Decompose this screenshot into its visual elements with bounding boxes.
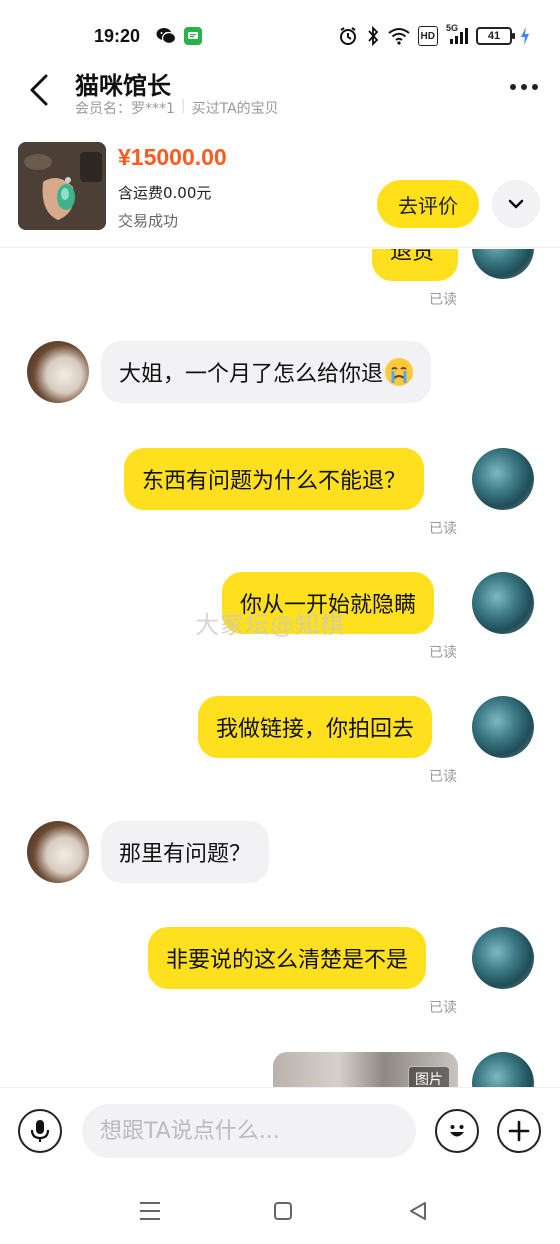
more-dots-icon [510, 84, 516, 90]
message-bubble[interactable]: 东西有问题为什么不能退？ [124, 448, 425, 510]
crying-emoji-icon [385, 358, 414, 386]
menu-icon [140, 1202, 160, 1220]
shop-name[interactable]: 猫咪馆长 [75, 66, 171, 101]
my-avatar[interactable] [472, 1052, 534, 1087]
input-bar [0, 1087, 560, 1175]
status-time: 19:20 [94, 26, 141, 46]
my-avatar[interactable] [472, 696, 534, 758]
battery-icon: 41 [476, 27, 515, 45]
chevron-down-icon [508, 199, 524, 209]
divider: | [180, 98, 186, 114]
my-avatar[interactable] [472, 927, 534, 989]
message-bubble[interactable]: 那里有问题？ [101, 821, 270, 883]
expand-button[interactable] [492, 180, 540, 228]
message-bubble[interactable]: 我做链接，你拍回去 [198, 696, 433, 758]
wechat-icon [156, 27, 177, 45]
member-name: 会员名：罗***1 [75, 101, 175, 117]
read-status: 已读 [429, 292, 457, 308]
member-tag: 买过TA的宝贝 [191, 101, 279, 117]
system-nav-bar [0, 1175, 560, 1244]
my-avatar[interactable] [472, 448, 534, 510]
add-button[interactable] [497, 1109, 541, 1153]
voice-button[interactable] [18, 1109, 62, 1153]
more-button[interactable] [510, 84, 538, 90]
message-bubble[interactable]: 非要说的这么清楚是不是 [148, 927, 427, 989]
menu-button[interactable] [136, 1197, 164, 1225]
read-status: 已读 [429, 521, 457, 537]
my-avatar[interactable] [472, 572, 534, 634]
back-arrow-icon [30, 74, 48, 106]
system-status-icons: HD 5G 41 [338, 23, 530, 46]
read-status: 已读 [429, 769, 457, 785]
message-input[interactable] [82, 1104, 416, 1158]
seller-avatar[interactable] [27, 341, 89, 403]
member-info: 会员名：罗***1 | 买过TA的宝贝 [75, 98, 279, 118]
bluetooth-icon [366, 26, 380, 46]
microphone-icon [30, 1120, 50, 1142]
product-card[interactable]: ¥15000.00 含运费0.00元 交易成功 去评价 [0, 130, 560, 248]
chat-messages[interactable]: 退货 已读 大姐，一个月了怎么给你退 东西有问题为什么不能退？ 已读 你从一开始… [0, 249, 560, 1087]
home-button[interactable] [269, 1197, 297, 1225]
network-type: 5G [446, 23, 459, 33]
plus-icon [508, 1120, 530, 1142]
image-tag: 图片 [408, 1066, 450, 1087]
hd-icon: HD [417, 26, 438, 46]
seller-avatar[interactable] [27, 821, 89, 883]
review-button[interactable]: 去评价 [377, 180, 479, 228]
alarm-icon [338, 26, 358, 46]
product-image[interactable] [18, 142, 106, 230]
message-text: 大姐，一个月了怎么给你退 [119, 362, 384, 387]
my-avatar[interactable] [472, 249, 534, 279]
notification-icons [156, 27, 202, 45]
emoji-button[interactable] [435, 1109, 479, 1153]
message-bubble[interactable]: 大姐，一个月了怎么给你退 [101, 341, 432, 403]
image-message[interactable]: 图片 [273, 1052, 458, 1087]
home-square-icon [274, 1202, 292, 1220]
back-nav-button[interactable] [404, 1197, 432, 1225]
chat-header: 猫咪馆长 会员名：罗***1 | 买过TA的宝贝 [0, 60, 560, 130]
message-bubble[interactable]: 退货 [372, 249, 458, 281]
back-triangle-icon [410, 1202, 426, 1220]
emoji-icon [450, 1125, 464, 1137]
message-bubble[interactable]: 你从一开始就隐瞒 [222, 572, 435, 634]
read-status: 已读 [429, 1000, 457, 1016]
trade-status: 交易成功 [118, 212, 179, 230]
charging-icon [520, 26, 530, 46]
signal-icon: 5G [446, 23, 468, 46]
product-price: ¥15000.00 [118, 144, 227, 170]
read-status: 已读 [429, 645, 457, 661]
wifi-icon [387, 26, 410, 46]
shipping-fee: 含运费0.00元 [118, 184, 212, 202]
back-button[interactable] [22, 70, 58, 110]
message-app-icon [184, 27, 202, 45]
